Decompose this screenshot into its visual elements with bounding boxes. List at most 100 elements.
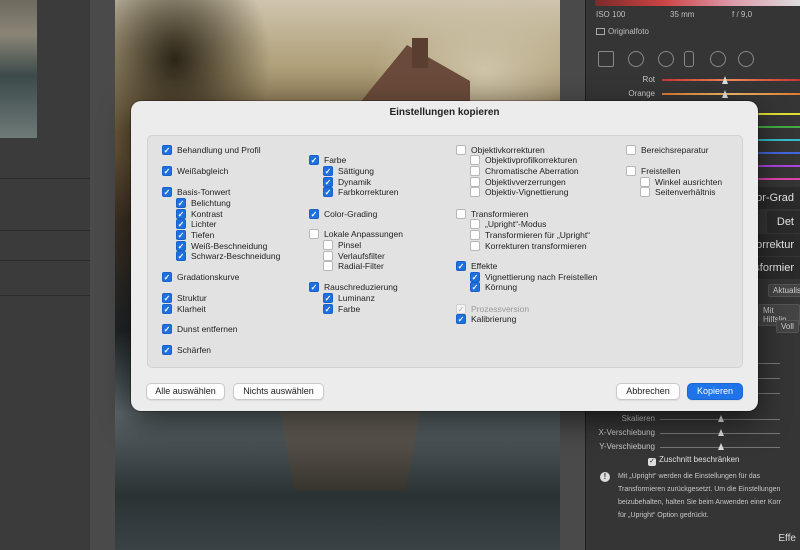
settings-group-box: ✓ Behandlung und Profil ✓ Weißabgleich ✓ Ba… [147,135,743,368]
checkbox-box: ✓ [309,209,319,219]
checkbox-box [626,145,636,155]
checkbox-sharpening[interactable]: ✓ Schärfen [162,344,211,356]
checkbox-dehaze[interactable]: ✓ Dunst entfernen [162,323,237,335]
info-line: Transformieren zurückgesetzt. Um die Ein… [618,486,781,493]
histogram [595,0,800,6]
checkbox-box: ✓ [162,145,172,155]
checkbox-box: ✓ [456,314,466,324]
checkbox-black-clipping[interactable]: ✓ Schwarz-Beschneidung [176,250,280,262]
x-offset-label: X-Verschiebung [598,428,655,437]
checkbox-box: ✓ [470,282,480,292]
cancel-button[interactable]: Abbrechen [616,383,680,400]
hsl-magenta-track[interactable] [758,178,800,180]
checkbox-treatment-profile[interactable]: ✓ Behandlung und Profil [162,144,261,156]
checkbox-box: ✓ [323,293,333,303]
left-panel [0,0,90,550]
checkbox-label: Klarheit [177,304,206,314]
constrain-crop-checkbox[interactable]: ✓ Zuschnitt beschränken [648,455,740,466]
checkbox-box: ✓ [162,187,172,197]
checkbox-calibration[interactable]: ✓ Kalibrierung [456,313,516,325]
checkbox-box [456,145,466,155]
dialog-title: Einstellungen kopieren [389,107,500,118]
checkbox-aspect-ratio[interactable]: Seitenverhältnis [640,186,715,198]
info-text: Mit „Upright“ werden die Einstellungen f… [618,470,800,522]
photo-reflection [280,410,420,490]
constrain-crop-label: Zuschnitt beschränken [659,455,740,464]
checkbox-box: ✓ [176,198,186,208]
checkbox-label: Dunst entfernen [177,324,238,334]
select-all-button[interactable]: Alle auswählen [146,383,225,400]
checkbox-box [470,241,480,251]
hsl-aqua-track[interactable] [758,139,800,141]
section-details[interactable]: Det [766,211,800,233]
meta-focal: 35 mm [670,10,695,19]
checkbox-box: ✓ [176,230,186,240]
checkbox-lens-vignetting[interactable]: Objektiv-Vignettierung [470,186,568,198]
develop-tool-strip [590,48,800,72]
checkbox-grain[interactable]: ✓ Körnung [470,281,517,293]
checkbox-box [640,187,650,197]
original-photo-label: Originalfoto [608,27,649,36]
meta-iso: ISO 100 [596,10,626,19]
checkbox-label: Weißabgleich [177,166,229,176]
checkbox-box: ✓ [309,155,319,165]
checkbox-box [456,209,466,219]
upright-update-button[interactable]: Aktualisi [768,284,800,297]
copy-button[interactable]: Kopieren [687,383,743,400]
hsl-green-track[interactable] [758,126,800,128]
hsl-yellow-track[interactable] [758,113,800,115]
checkbox-label: Color-Grading [324,209,378,219]
checkbox-box [470,166,480,176]
checkbox-box: ✓ [323,187,333,197]
checkbox-spot-removal[interactable]: Bereichsreparatur [626,144,709,156]
panel-divider [0,178,90,179]
hsl-orange-track[interactable] [662,93,800,95]
heal-tool-icon[interactable] [628,51,644,67]
checkbox-label: Gradationskurve [177,272,240,282]
checkbox-label: Schärfen [177,345,212,355]
filmstrip-thumbnail[interactable] [0,0,37,138]
select-none-button[interactable]: Nichts auswählen [233,383,324,400]
info-line: für „Upright“ Option gedrückt. [618,512,709,519]
checkbox-box [470,230,480,240]
copy-settings-dialog: Einstellungen kopieren ✓ Behandlung und P… [131,101,758,411]
checkbox-white-balance[interactable]: ✓ Weißabgleich [162,165,228,177]
checkbox-noise-color[interactable]: ✓ Farbe [323,303,360,315]
redeye-tool-icon[interactable] [658,51,674,67]
hsl-purple-track[interactable] [758,165,800,167]
crop-tool-icon[interactable] [598,51,614,67]
checkbox-box: ✓ [162,345,172,355]
hsl-red-track[interactable] [662,79,800,81]
checkbox-box [470,155,480,165]
checkbox-radial-filter[interactable]: Radial-Filter [323,260,384,272]
checkbox-label: Kalibrierung [471,314,517,324]
checkbox-label: Behandlung und Profil [177,145,261,155]
original-photo-icon [596,28,605,35]
checkbox-box: ✓ [162,272,172,282]
checkbox-label: Farbkorrekturen [338,187,399,197]
checkbox-box [323,240,333,250]
panel-divider [0,260,90,261]
checkbox-transform-adjustments[interactable]: Korrekturen transformieren [470,240,587,252]
original-photo-toggle[interactable]: Originalfoto [596,27,649,36]
checkbox-color-adjustments[interactable]: ✓ Farbkorrekturen [323,186,398,198]
gradient-tool-icon[interactable] [710,51,726,67]
checkbox-color-grading[interactable]: ✓ Color-Grading [309,208,377,220]
checkbox-label: Radial-Filter [338,261,384,271]
info-line: Mit „Upright“ werden die Einstellungen f… [618,473,761,480]
checkbox-box: ✓ [176,219,186,229]
checkbox-label: Korrekturen transformieren [485,241,587,251]
checkbox-tone-curve[interactable]: ✓ Gradationskurve [162,271,239,283]
hsl-blue-track[interactable] [758,152,800,154]
brush-tool-icon[interactable] [684,51,694,67]
checkbox-box: ✓ [323,166,333,176]
info-line: beizubehalten, halten Sie beim Anwenden … [618,499,782,506]
checkbox-label: Objektiv-Vignettierung [485,187,569,197]
checkbox-box [309,229,319,239]
checkbox-clarity[interactable]: ✓ Klarheit [162,303,206,315]
upright-full-button[interactable]: Voll [776,320,799,333]
section-effects[interactable]: Effe [778,533,800,544]
radial-tool-icon[interactable] [738,51,754,67]
hsl-label-red: Rot [642,75,655,84]
checkbox-box [470,187,480,197]
